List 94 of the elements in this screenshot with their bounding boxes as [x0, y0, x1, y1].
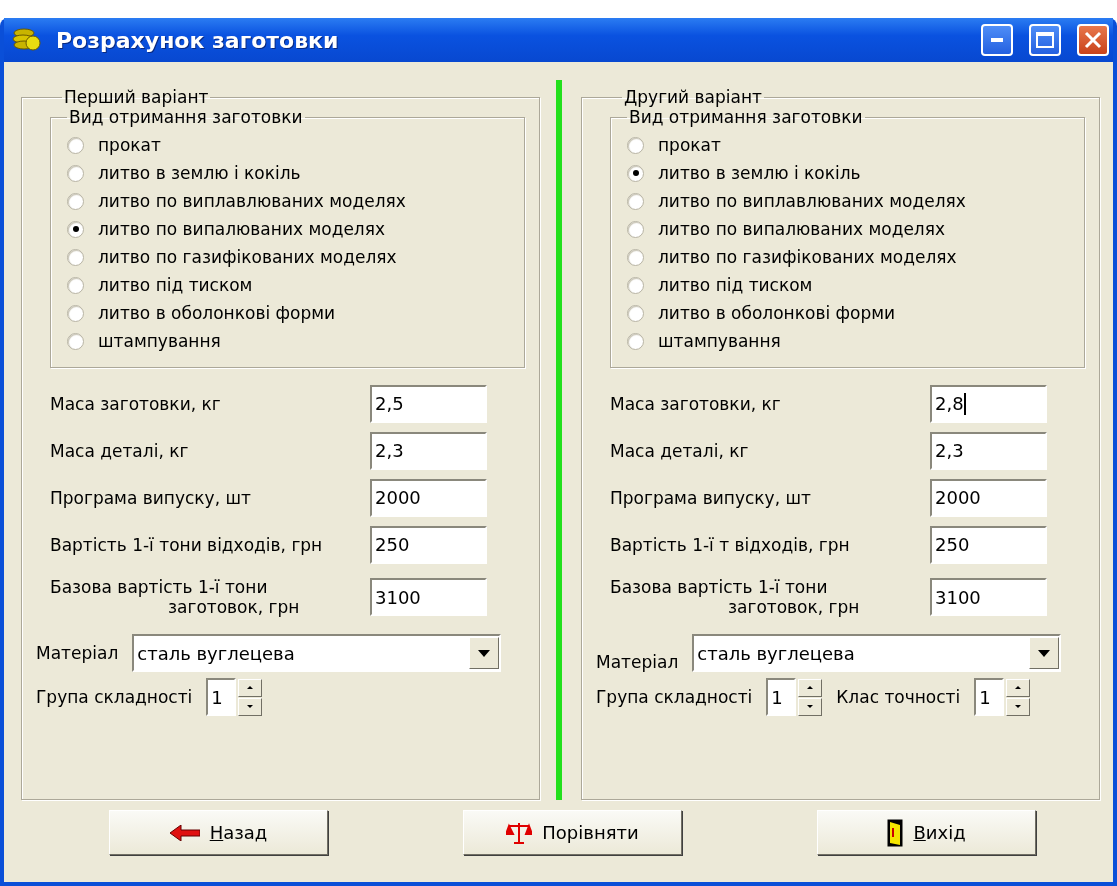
radio-label[interactable]: литво під тиском	[658, 275, 813, 295]
radio-button[interactable]	[627, 248, 644, 266]
arrow-left-icon	[169, 824, 200, 841]
spin-field[interactable]: 1	[974, 678, 1005, 716]
radio-label[interactable]: литво по газифікованих моделях	[98, 247, 397, 267]
maximize-button[interactable]	[1029, 24, 1061, 56]
field-label: Програма випуску, шт	[610, 487, 812, 508]
radio-button[interactable]	[67, 136, 84, 154]
radio-button[interactable]	[67, 332, 84, 350]
input-field[interactable]: 2,5	[370, 384, 487, 423]
field-label: Клас точності	[836, 687, 961, 707]
field-label: Матеріал	[36, 643, 119, 663]
group-title: Другий варіант	[623, 87, 763, 107]
minimize-icon	[991, 38, 1003, 42]
down-arrow-icon	[807, 705, 814, 708]
input-field[interactable]: 3100	[930, 578, 1047, 616]
radio-label[interactable]: литво по виплавлюваних моделях	[658, 191, 966, 211]
input-field[interactable]: 2000	[370, 478, 487, 517]
radio-button[interactable]	[627, 136, 644, 154]
field-label: Група складності	[596, 687, 753, 707]
caret-icon	[478, 649, 491, 657]
radio-label[interactable]: литво в оболонкові форми	[658, 303, 896, 323]
back-button[interactable]: Назад	[109, 810, 328, 855]
input-field[interactable]: 3100	[370, 578, 487, 616]
field-label: Маса деталі, кг	[610, 440, 750, 461]
minimize-button[interactable]	[981, 24, 1013, 56]
spin-up-button[interactable]	[1006, 678, 1031, 697]
scales-icon	[506, 820, 533, 845]
input-field[interactable]: 2000	[930, 478, 1047, 517]
up-arrow-icon	[1015, 686, 1022, 689]
field-label: Вартість 1-ї т відходів, грн	[610, 534, 851, 555]
radio-label[interactable]: литво по газифікованих моделях	[658, 247, 957, 267]
field-label: Матеріал	[596, 652, 679, 672]
exit-button[interactable]: Вихід	[817, 810, 1036, 855]
input-field[interactable]: 250	[370, 525, 487, 564]
spin-up-button[interactable]	[238, 678, 263, 697]
close-button[interactable]	[1077, 24, 1109, 56]
radio-label[interactable]: прокат	[658, 135, 721, 155]
radio-button[interactable]	[627, 304, 644, 322]
radio-button[interactable]	[627, 220, 644, 238]
spin-down-button[interactable]	[238, 697, 263, 716]
material-dropdown[interactable]: сталь вуглецева	[692, 634, 1062, 672]
field-label: Група складності	[36, 687, 193, 707]
group-title: Вид отримання заготовки	[628, 107, 864, 127]
radio-label[interactable]: штампування	[98, 331, 221, 351]
radio-label[interactable]: прокат	[98, 135, 161, 155]
radio-label[interactable]: литво в землю і кокіль	[98, 163, 301, 183]
radio-label[interactable]: штампування	[658, 331, 781, 351]
caret-icon	[1038, 649, 1051, 657]
radio-label[interactable]: литво по виплавлюваних моделях	[98, 191, 406, 211]
group-title: Вид отримання заготовки	[68, 107, 304, 127]
down-arrow-icon	[247, 705, 254, 708]
field-label: Вартість 1-ї тони відходів, грн	[50, 534, 324, 555]
spin-up-button[interactable]	[798, 678, 823, 697]
radio-button[interactable]	[627, 276, 644, 294]
spin-field[interactable]: 1	[206, 678, 237, 716]
compare-button[interactable]: Порівняти	[463, 810, 682, 855]
spin-field[interactable]: 1	[766, 678, 797, 716]
radio-button[interactable]	[627, 332, 644, 350]
radio-button[interactable]	[67, 164, 84, 182]
radio-button[interactable]	[67, 248, 84, 266]
spin-down-button[interactable]	[798, 697, 823, 716]
radio-label[interactable]: литво в оболонкові форми	[98, 303, 336, 323]
maximize-icon	[1036, 32, 1054, 48]
material-dropdown[interactable]: сталь вуглецева	[132, 634, 502, 672]
radio-button[interactable]	[627, 164, 644, 182]
window-title: Розрахунок заготовки	[56, 27, 340, 53]
field-label: Базова вартість 1-ї тони заготовок, грн	[50, 577, 301, 617]
radio-button[interactable]	[67, 276, 84, 294]
radio-label[interactable]: литво по випалюваних моделях	[658, 219, 945, 239]
field-label: Маса деталі, кг	[50, 440, 190, 461]
coins-icon	[12, 27, 42, 53]
input-field[interactable]: 2,3	[370, 431, 487, 470]
field-label: Базова вартість 1-ї тони заготовок, грн	[610, 577, 861, 617]
up-arrow-icon	[247, 686, 254, 689]
radio-label[interactable]: литво по випалюваних моделях	[98, 219, 385, 239]
radio-button[interactable]	[67, 192, 84, 210]
radio-label[interactable]: литво під тиском	[98, 275, 253, 295]
field-label: Маса заготовки, кг	[610, 393, 782, 414]
field-label: Програма випуску, шт	[50, 487, 252, 508]
radio-button[interactable]	[67, 220, 84, 238]
radio-label[interactable]: литво в землю і кокіль	[658, 163, 861, 183]
door-icon	[887, 818, 904, 847]
group-title: Перший варіант	[63, 87, 210, 107]
down-arrow-icon	[1015, 705, 1022, 708]
spin-down-button[interactable]	[1006, 697, 1031, 716]
close-icon	[1084, 31, 1102, 49]
input-field[interactable]: 2,3	[930, 431, 1047, 470]
input-field[interactable]: 2,8	[930, 384, 1047, 423]
radio-button[interactable]	[67, 304, 84, 322]
input-field[interactable]: 250	[930, 525, 1047, 564]
up-arrow-icon	[807, 686, 814, 689]
radio-button[interactable]	[627, 192, 644, 210]
field-label: Маса заготовки, кг	[50, 393, 222, 414]
